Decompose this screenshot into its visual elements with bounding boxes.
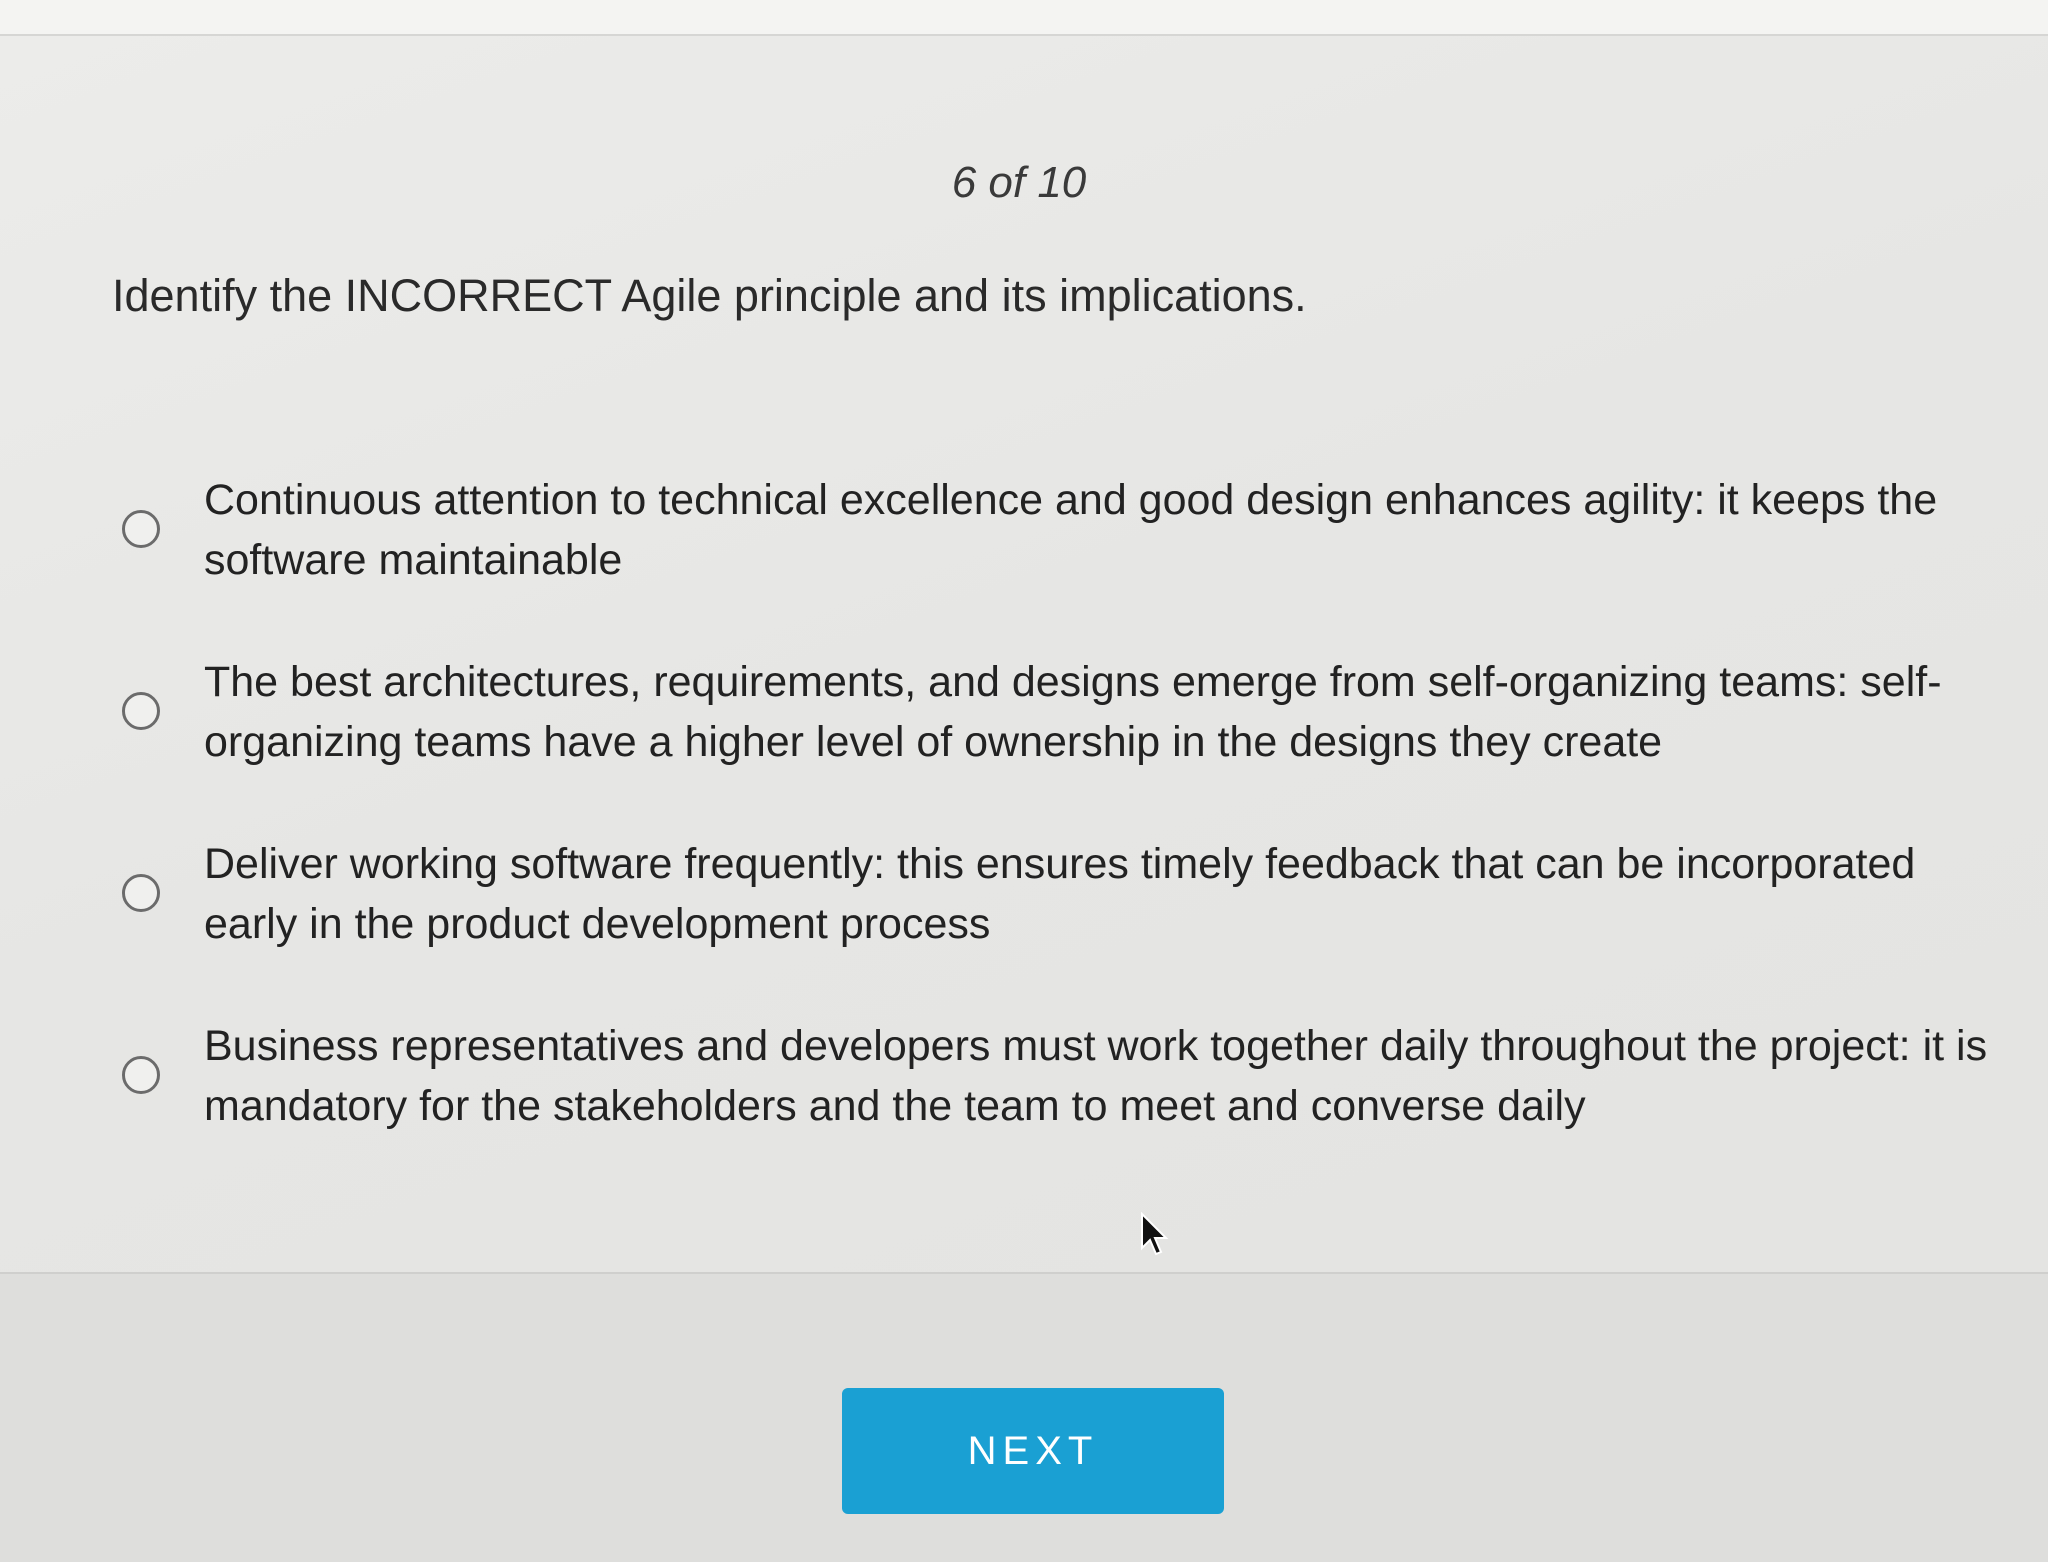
radio-unchecked-icon[interactable]: [122, 1056, 160, 1094]
mouse-pointer-icon: [1141, 1212, 1169, 1256]
radio-unchecked-icon[interactable]: [122, 874, 160, 912]
next-button[interactable]: NEXT: [842, 1388, 1224, 1514]
answer-option-label[interactable]: Business representatives and developers …: [204, 1016, 2002, 1136]
answer-option-label[interactable]: The best architectures, requirements, an…: [204, 652, 2002, 772]
radio-unchecked-icon[interactable]: [122, 692, 160, 730]
answer-option-3[interactable]: Deliver working software frequently: thi…: [122, 834, 2002, 954]
question-text: Identify the INCORRECT Agile principle a…: [112, 270, 1307, 321]
answer-option-2[interactable]: The best architectures, requirements, an…: [122, 652, 2002, 772]
question-progress: 6 of 10: [951, 158, 1087, 207]
top-bar: [0, 0, 2048, 36]
answer-option-label[interactable]: Continuous attention to technical excell…: [204, 470, 2002, 590]
answer-options: Continuous attention to technical excell…: [122, 470, 2002, 1198]
answer-option-1[interactable]: Continuous attention to technical excell…: [122, 470, 2002, 590]
answer-option-4[interactable]: Business representatives and developers …: [122, 1016, 2002, 1136]
quiz-page: 6 of 10 Identify the INCORRECT Agile pri…: [0, 0, 2048, 1562]
radio-unchecked-icon[interactable]: [122, 510, 160, 548]
answer-option-label[interactable]: Deliver working software frequently: thi…: [204, 834, 2002, 954]
